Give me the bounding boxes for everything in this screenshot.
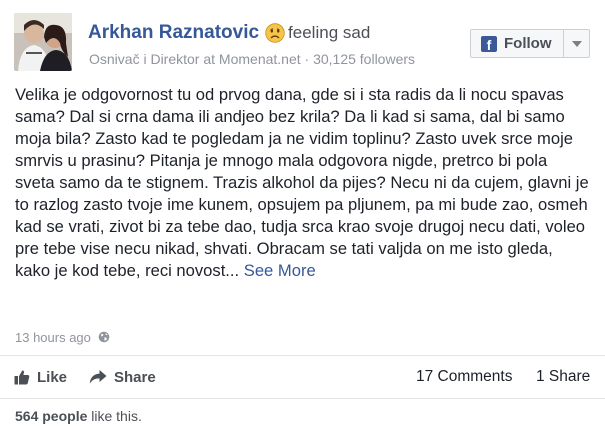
post-header: Arkhan Raznatovic feeling sad [88,20,370,46]
share-arrow-icon [89,369,107,385]
timestamp[interactable]: 13 hours ago [15,330,91,345]
likes-suffix: like this. [87,408,142,424]
divider [0,398,605,399]
sad-face-icon [265,23,285,43]
post-meta: 13 hours ago [15,328,110,346]
post-text: Velika je odgovornost tu od prvog dana, … [15,85,589,280]
follow-options-button[interactable] [563,30,589,57]
comments-count[interactable]: 17 Comments [416,364,512,390]
like-label: Like [37,368,68,386]
post-body: Velika je odgovornost tu od prvog dana, … [15,84,590,282]
likes-summary: 564 people like this. [15,408,142,424]
share-label: Share [114,368,156,386]
feeling-label: feeling sad [288,23,371,42]
see-more-link[interactable]: See More [244,261,316,280]
thumbs-up-icon [14,369,30,385]
follow-main[interactable]: f Follow [471,30,563,57]
facebook-post: Arkhan Raznatovic feeling sad Osnivač i … [0,0,605,433]
like-button[interactable]: Like [14,364,67,390]
share-button[interactable]: Share [89,364,156,390]
avatar[interactable] [14,13,72,71]
chevron-down-icon [571,40,582,47]
avatar-photo [14,13,72,71]
author-subtitle: Osnivač i Direktor at Momenat.net · 30,1… [89,51,416,67]
follow-button[interactable]: f Follow [470,29,590,58]
follow-label: Follow [504,35,552,52]
likes-count[interactable]: 564 people [15,408,87,424]
divider [0,355,605,356]
shares-count[interactable]: 1 Share [536,364,590,390]
author-name[interactable]: Arkhan Raznatovic [88,22,259,44]
facebook-icon: f [481,35,497,52]
action-bar: Like Share 17 Comments 1 Share [0,364,605,390]
globe-icon[interactable] [98,331,110,343]
